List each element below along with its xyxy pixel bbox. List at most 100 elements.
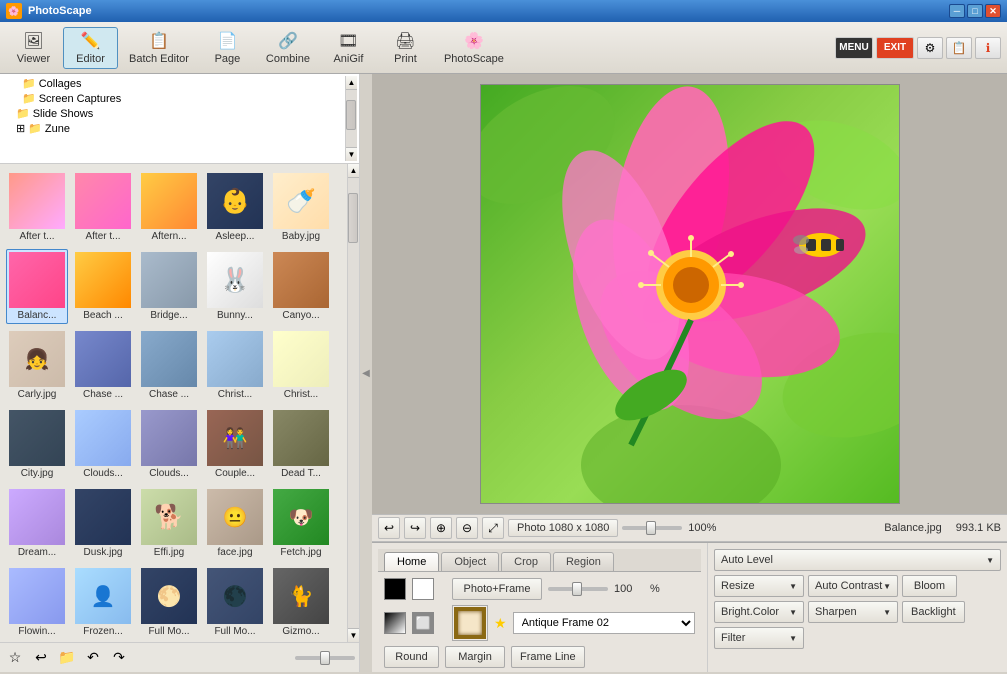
tree-item-collages[interactable]: 📁 Collages xyxy=(2,76,345,91)
thumbnail-dream[interactable]: Dream... xyxy=(6,486,68,561)
toolbar-combine[interactable]: 🔗 Combine xyxy=(257,27,319,69)
toolbar-editor[interactable]: ✏️ Editor xyxy=(63,27,118,69)
tool-icon-1[interactable]: ⚙ xyxy=(917,37,943,59)
tab-object[interactable]: Object xyxy=(441,552,499,571)
thumbnail-flowing[interactable]: Flowin... xyxy=(6,565,68,640)
thumbnail-fullmo2[interactable]: 🌑 Full Mo... xyxy=(204,565,266,640)
frame-line-button[interactable]: Frame Line xyxy=(511,646,585,668)
tree-item-screen-captures[interactable]: 📁 Screen Captures xyxy=(2,91,345,106)
thumb-scroll-down[interactable]: ▼ xyxy=(348,628,359,642)
toolbar-print[interactable]: 🖨 Print xyxy=(378,27,433,69)
undo-button[interactable]: ↶ xyxy=(82,647,104,669)
open-folder-button[interactable]: 📁 xyxy=(56,647,78,669)
thumbnail-beach[interactable]: Beach ... xyxy=(72,249,134,324)
foreground-color-swatch[interactable] xyxy=(384,578,406,600)
thumbnail-after1[interactable]: After t... xyxy=(6,170,68,245)
photo-frame-button[interactable]: Photo+Frame xyxy=(452,578,542,600)
auto-contrast-button[interactable]: Auto Contrast ▼ xyxy=(808,575,898,597)
thumbnail-gizmo[interactable]: 🐈 Gizmo... xyxy=(270,565,332,640)
size-slider[interactable] xyxy=(295,656,355,660)
gradient-swatch-2[interactable]: ⬜ xyxy=(412,612,434,634)
toolbar-anigif[interactable]: 🎞 AniGif xyxy=(321,27,376,69)
thumbnails-scrollbar[interactable]: ▲ ▼ xyxy=(347,164,359,642)
zoom-in-button[interactable]: ⊕ xyxy=(430,517,452,539)
thumbnail-effi[interactable]: 🐕 Effi.jpg xyxy=(138,486,200,561)
thumbnail-chase2[interactable]: Chase ... xyxy=(138,328,200,403)
maximize-button[interactable]: □ xyxy=(967,4,983,18)
background-color-swatch[interactable] xyxy=(412,578,434,600)
thumb-label: Bridge... xyxy=(138,310,200,321)
thumbnail-frozen[interactable]: 👤 Frozen... xyxy=(72,565,134,640)
redo-button[interactable]: ↷ xyxy=(108,647,130,669)
viewer-icon: 🖼 xyxy=(23,31,45,51)
toolbar-batch[interactable]: 📋 Batch Editor xyxy=(120,27,198,69)
thumbnail-christ2[interactable]: Christ... xyxy=(270,328,332,403)
close-button[interactable]: ✕ xyxy=(985,4,1001,18)
toolbar-viewer[interactable]: 🖼 Viewer xyxy=(6,27,61,69)
thumbnails-area: After t... After t... Aftern... 👶 A xyxy=(0,164,359,642)
thumbnail-city[interactable]: City.jpg xyxy=(6,407,68,482)
thumbnail-carly[interactable]: 👧 Carly.jpg xyxy=(6,328,68,403)
frame-select[interactable]: Antique Frame 02 Antique Frame 01 Modern… xyxy=(513,612,695,634)
frame-zoom-slider[interactable] xyxy=(548,587,608,591)
minimize-button[interactable]: ─ xyxy=(949,4,965,18)
bright-color-button[interactable]: Bright.Color ▼ xyxy=(714,601,804,623)
zoom-slider[interactable] xyxy=(622,526,682,530)
auto-level-button[interactable]: Auto Level ▼ xyxy=(714,549,1001,571)
app-title: PhotoScape xyxy=(28,5,92,17)
thumb-img xyxy=(207,331,263,387)
resize-button[interactable]: Resize ▼ xyxy=(714,575,804,597)
tree-item-slide-shows[interactable]: 📁 Slide Shows xyxy=(2,106,345,121)
thumbnail-bunny[interactable]: 🐰 Bunny... xyxy=(204,249,266,324)
refresh-button[interactable]: ↩ xyxy=(30,647,52,669)
thumbnail-afternoon[interactable]: Aftern... xyxy=(138,170,200,245)
toolbar-photoscape[interactable]: 🌸 PhotoScape xyxy=(435,27,513,69)
thumbnail-dead[interactable]: Dead T... xyxy=(270,407,332,482)
tool-icon-2[interactable]: 📋 xyxy=(946,37,972,59)
edit-bottom-panel: Home Object Crop Region Photo+Frame xyxy=(372,542,1007,672)
thumbnail-baby[interactable]: 🍼 Baby.jpg xyxy=(270,170,332,245)
thumbnails-scroll[interactable]: After t... After t... Aftern... 👶 A xyxy=(0,164,347,642)
thumbnail-christ1[interactable]: Christ... xyxy=(204,328,266,403)
thumb-scroll-up[interactable]: ▲ xyxy=(348,164,359,178)
thumbnail-chase1[interactable]: Chase ... xyxy=(72,328,134,403)
bloom-button[interactable]: Bloom xyxy=(902,575,957,597)
backlight-button[interactable]: Backlight xyxy=(902,601,965,623)
redo-image-button[interactable]: ↪ xyxy=(404,517,426,539)
toolbar-page[interactable]: 📄 Page xyxy=(200,27,255,69)
tab-home[interactable]: Home xyxy=(384,552,439,571)
edit-tabs: Home Object Crop Region xyxy=(378,549,701,572)
tree-scroll-up[interactable]: ▲ xyxy=(346,76,357,90)
tree-scroll-down[interactable]: ▼ xyxy=(346,147,357,161)
thumbnail-clouds2[interactable]: Clouds... xyxy=(138,407,200,482)
panel-separator[interactable]: ◀ xyxy=(360,74,372,672)
thumbnail-after2[interactable]: After t... xyxy=(72,170,134,245)
gradient-swatch-1[interactable] xyxy=(384,612,406,634)
menu-button[interactable]: MENU xyxy=(835,37,873,59)
thumbnail-clouds1[interactable]: Clouds... xyxy=(72,407,134,482)
tool-icon-3[interactable]: ℹ xyxy=(975,37,1001,59)
exit-button[interactable]: EXIT xyxy=(876,37,914,59)
thumbnail-balance[interactable]: Balanc... xyxy=(6,249,68,324)
thumbnail-fullmo1[interactable]: 🌕 Full Mo... xyxy=(138,565,200,640)
thumbnail-bridge[interactable]: Bridge... xyxy=(138,249,200,324)
favorite-frame-icon[interactable]: ★ xyxy=(494,615,507,632)
zoom-out-button[interactable]: ⊖ xyxy=(456,517,478,539)
tree-item-zune[interactable]: ⊞ 📁 Zune xyxy=(2,121,345,136)
undo-image-button[interactable]: ↩ xyxy=(378,517,400,539)
margin-button[interactable]: Margin xyxy=(445,646,505,668)
thumbnail-fetch[interactable]: 🐶 Fetch.jpg xyxy=(270,486,332,561)
fit-button[interactable]: ⤢ xyxy=(482,517,504,539)
filename-display: Balance.jpg xyxy=(884,522,942,534)
thumbnail-asleep[interactable]: 👶 Asleep... xyxy=(204,170,266,245)
round-button[interactable]: Round xyxy=(384,646,439,668)
thumbnail-face[interactable]: 😐 face.jpg xyxy=(204,486,266,561)
thumbnail-dusk[interactable]: Dusk.jpg xyxy=(72,486,134,561)
favorite-button[interactable]: ☆ xyxy=(4,647,26,669)
tab-crop[interactable]: Crop xyxy=(501,552,551,571)
filter-button[interactable]: Filter ▼ xyxy=(714,627,804,649)
sharpen-button[interactable]: Sharpen ▼ xyxy=(808,601,898,623)
thumbnail-canyon[interactable]: Canyo... xyxy=(270,249,332,324)
thumbnail-couple[interactable]: 👫 Couple... xyxy=(204,407,266,482)
tab-region[interactable]: Region xyxy=(553,552,614,571)
